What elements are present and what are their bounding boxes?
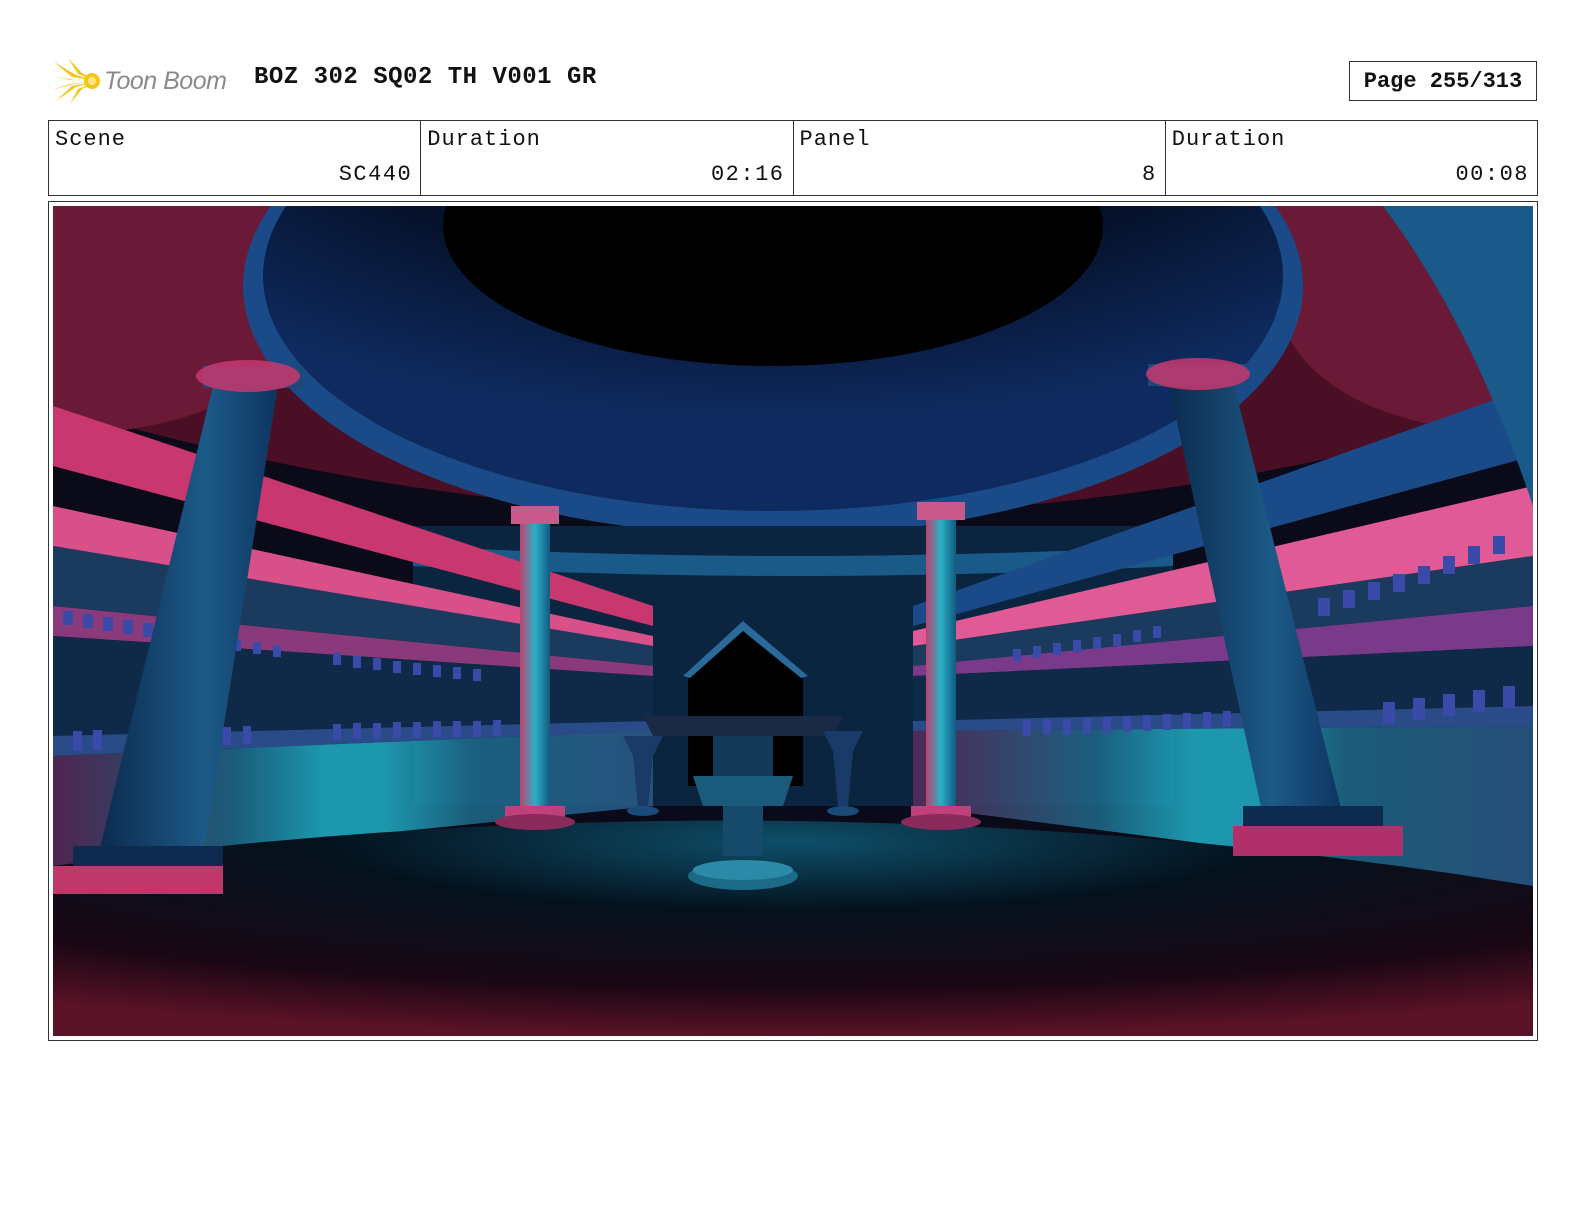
scene-duration-label: Duration xyxy=(427,127,541,152)
temple-interior-illustration xyxy=(53,206,1533,1036)
storyboard-panel-frame xyxy=(48,201,1538,1041)
panel-value: 8 xyxy=(1142,162,1157,187)
storyboard-panel-image xyxy=(53,206,1533,1036)
scene-value: SC440 xyxy=(338,162,413,187)
scene-label: Scene xyxy=(55,127,127,152)
page-number: Page 255/313 xyxy=(1349,61,1537,101)
scene-duration-cell: Duration 02:16 xyxy=(421,121,794,195)
logo-text: Toon Boom xyxy=(104,66,227,95)
panel-cell: Panel 8 xyxy=(794,121,1166,195)
panel-info-table: Scene SC440 Duration 02:16 Panel 8 Durat… xyxy=(48,120,1538,196)
scene-duration-value: 02:16 xyxy=(710,162,785,187)
document-title: BOZ 302 SQ02 TH V001 GR xyxy=(254,64,597,91)
panel-duration-label: Duration xyxy=(1171,127,1286,152)
scene-cell: Scene SC440 xyxy=(49,121,422,195)
panel-duration-cell: Duration 00:08 xyxy=(1166,121,1537,195)
panel-label: Panel xyxy=(799,127,871,152)
starburst-icon xyxy=(52,58,100,104)
panel-duration-value: 00:08 xyxy=(1455,162,1529,187)
toon-boom-logo: Toon Boom xyxy=(52,56,242,106)
